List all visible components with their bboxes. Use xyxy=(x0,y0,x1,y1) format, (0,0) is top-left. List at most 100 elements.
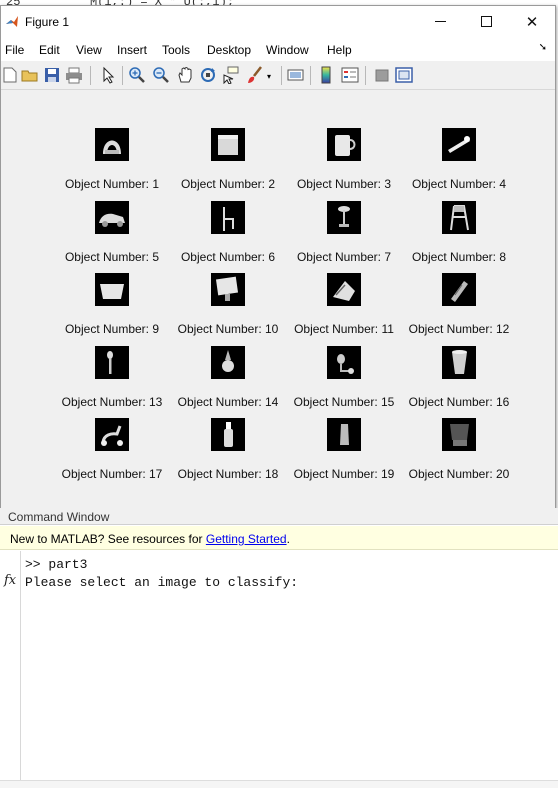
rotate-3d-icon[interactable] xyxy=(199,66,217,84)
horizontal-scrollbar[interactable] xyxy=(0,780,558,788)
object-cell: Object Number: 16 xyxy=(401,346,517,418)
object-cell: Object Number: 12 xyxy=(401,273,517,345)
toolbar-separator xyxy=(122,66,123,85)
menu-view[interactable]: View xyxy=(76,43,102,57)
object-image[interactable] xyxy=(327,273,361,306)
object-label: Object Number: 18 xyxy=(177,467,279,481)
toolbar-separator xyxy=(365,66,366,85)
close-button[interactable]: ✕ xyxy=(509,6,555,37)
command-output[interactable]: Please select an image to classify: xyxy=(25,575,298,590)
zoom-out-icon[interactable] xyxy=(152,66,170,84)
object-label: Object Number: 6 xyxy=(180,250,276,264)
object-image[interactable] xyxy=(442,273,476,306)
save-icon[interactable] xyxy=(43,66,61,84)
object-label: Object Number: 4 xyxy=(411,177,507,191)
show-plot-tools-icon[interactable] xyxy=(395,66,413,84)
object-label: Object Number: 8 xyxy=(411,250,507,264)
banner-message: New to MATLAB? See resources for xyxy=(10,532,206,546)
object-label: Object Number: 1 xyxy=(64,177,160,191)
hide-plot-tools-icon[interactable] xyxy=(373,66,391,84)
minimize-icon xyxy=(434,21,446,22)
insert-colorbar-icon[interactable] xyxy=(318,66,336,84)
object-image[interactable] xyxy=(95,128,129,161)
link-plot-icon[interactable] xyxy=(287,66,305,84)
object-cell: Object Number: 15 xyxy=(286,346,402,418)
command-window-body[interactable]: fx >> part3 Please select an image to cl… xyxy=(0,551,558,788)
zoom-in-icon[interactable] xyxy=(128,66,146,84)
figure-titlebar[interactable]: Figure 1 ✕ xyxy=(1,6,555,37)
object-cell: Object Number: 5 xyxy=(54,201,170,273)
open-file-icon[interactable] xyxy=(21,66,39,84)
object-cell: Object Number: 7 xyxy=(286,201,402,273)
object-label: Object Number: 13 xyxy=(61,395,163,409)
object-cell: Object Number: 11 xyxy=(286,273,402,345)
object-image[interactable] xyxy=(95,273,129,306)
insert-legend-icon[interactable] xyxy=(341,66,359,84)
object-label: Object Number: 5 xyxy=(64,250,160,264)
object-label: Object Number: 20 xyxy=(408,467,510,481)
object-cell: Object Number: 8 xyxy=(401,201,517,273)
banner-period: . xyxy=(286,532,290,546)
object-image[interactable] xyxy=(327,418,361,451)
toolbar-separator xyxy=(90,66,91,85)
dock-figure-icon[interactable]: ➘ xyxy=(539,42,547,53)
pan-icon[interactable] xyxy=(176,66,194,84)
object-label: Object Number: 3 xyxy=(296,177,392,191)
object-image[interactable] xyxy=(95,346,129,379)
object-label: Object Number: 15 xyxy=(293,395,395,409)
fx-icon[interactable]: fx xyxy=(4,573,16,588)
menu-insert[interactable]: Insert xyxy=(117,43,147,57)
object-label: Object Number: 2 xyxy=(180,177,276,191)
object-cell: Object Number: 6 xyxy=(170,201,286,273)
new-figure-icon[interactable] xyxy=(1,66,19,84)
object-image[interactable] xyxy=(327,128,361,161)
object-image[interactable] xyxy=(442,418,476,451)
data-cursor-icon[interactable] xyxy=(221,66,239,84)
object-cell: Object Number: 19 xyxy=(286,418,402,490)
command-gutter: fx xyxy=(0,551,21,783)
object-image[interactable] xyxy=(211,128,245,161)
object-label: Object Number: 16 xyxy=(408,395,510,409)
minimize-button[interactable] xyxy=(417,6,463,37)
object-image[interactable] xyxy=(442,346,476,379)
object-image[interactable] xyxy=(95,418,129,451)
print-icon[interactable] xyxy=(65,66,83,84)
object-image[interactable] xyxy=(442,201,476,234)
object-cell: Object Number: 20 xyxy=(401,418,517,490)
command-window-title: Command Window xyxy=(8,510,110,524)
object-cell: Object Number: 18 xyxy=(170,418,286,490)
object-image[interactable] xyxy=(442,128,476,161)
object-image[interactable] xyxy=(211,201,245,234)
toolbar-separator xyxy=(281,66,282,85)
pointer-icon[interactable] xyxy=(99,66,117,84)
object-image[interactable] xyxy=(211,418,245,451)
object-cell: Object Number: 1 xyxy=(54,128,170,200)
menu-tools[interactable]: Tools xyxy=(162,43,190,57)
object-image[interactable] xyxy=(95,201,129,234)
object-label: Object Number: 9 xyxy=(64,322,160,336)
menu-edit[interactable]: Edit xyxy=(39,43,60,57)
brush-icon[interactable] xyxy=(246,66,264,84)
brush-dropdown-icon[interactable]: ▾ xyxy=(267,72,274,81)
close-icon: ✕ xyxy=(525,12,539,31)
object-label: Object Number: 14 xyxy=(177,395,279,409)
object-label: Object Number: 7 xyxy=(296,250,392,264)
object-label: Object Number: 19 xyxy=(293,467,395,481)
menu-file[interactable]: File xyxy=(5,43,24,57)
object-image[interactable] xyxy=(211,273,245,306)
menu-help[interactable]: Help xyxy=(327,43,352,57)
object-image[interactable] xyxy=(327,201,361,234)
object-cell: Object Number: 13 xyxy=(54,346,170,418)
object-image[interactable] xyxy=(211,346,245,379)
object-image[interactable] xyxy=(327,346,361,379)
menu-desktop[interactable]: Desktop xyxy=(207,43,251,57)
figure-menubar: File Edit View Insert Tools Desktop Wind… xyxy=(1,37,555,61)
maximize-button[interactable] xyxy=(463,6,509,37)
command-line: >> part3 xyxy=(25,557,88,572)
menu-window[interactable]: Window xyxy=(266,43,309,57)
figure-canvas[interactable]: Object Number: 1 Object Number: 2 Object N… xyxy=(1,91,555,511)
getting-started-link[interactable]: Getting Started xyxy=(206,532,287,546)
maximize-icon xyxy=(480,16,492,27)
getting-started-banner: New to MATLAB? See resources for Getting… xyxy=(0,526,558,550)
figure-toolbar: ▾ xyxy=(1,61,555,90)
